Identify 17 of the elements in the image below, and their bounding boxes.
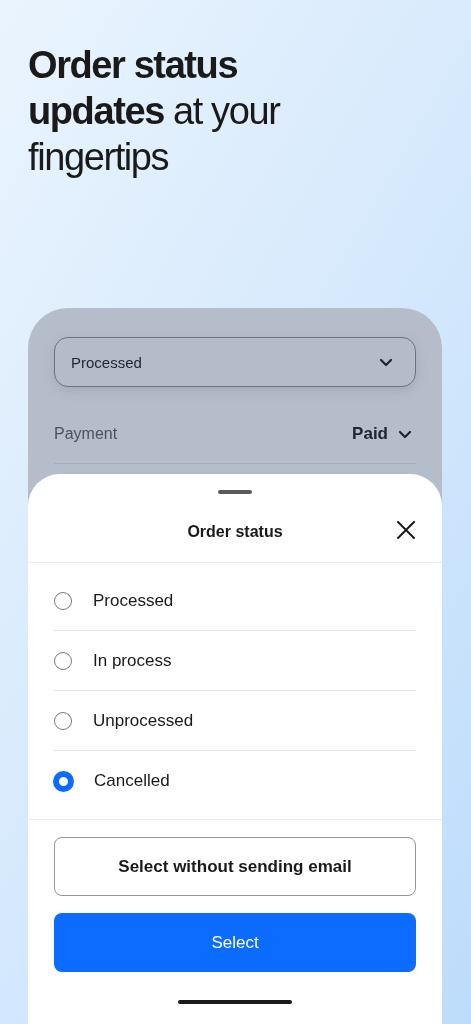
status-option[interactable]: Unprocessed [54, 691, 416, 751]
close-icon [396, 520, 416, 540]
close-button[interactable] [396, 520, 416, 540]
sheet-title: Order status [187, 523, 283, 541]
drag-handle[interactable] [218, 490, 252, 494]
payment-label: Payment [54, 425, 118, 443]
select-without-email-button[interactable]: Select without sending email [54, 837, 416, 896]
status-option[interactable]: Cancelled [54, 751, 416, 811]
radio-button[interactable] [53, 770, 74, 792]
status-option[interactable]: In process [54, 631, 416, 691]
payment-dropdown[interactable]: Paid [352, 424, 416, 444]
chevron-down-icon [379, 357, 393, 367]
status-option[interactable]: Processed [54, 571, 416, 631]
headline: Order status updates at your fingertips [28, 43, 281, 180]
chevron-down-icon [398, 429, 412, 439]
status-dropdown[interactable]: Processed [54, 337, 416, 387]
select-button[interactable]: Select [54, 913, 416, 972]
